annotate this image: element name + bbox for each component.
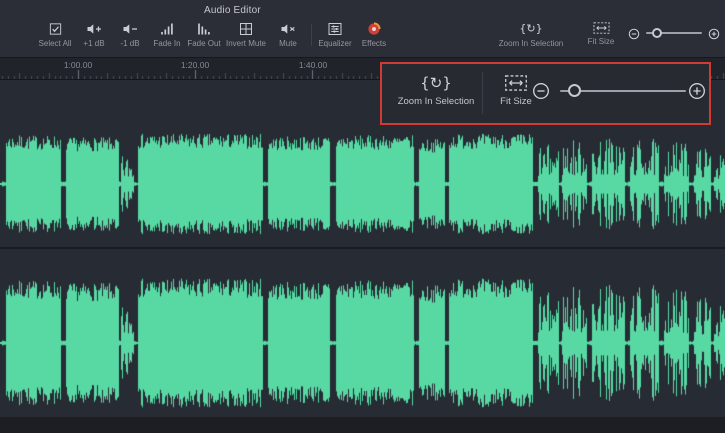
audio-editor-window: Audio Editor Select All +1 dB -1 dB Fade… [0, 0, 725, 433]
effects-icon [366, 21, 382, 37]
zoom-in-icon [708, 28, 720, 40]
zoom-in-selection-button[interactable]: {↻} Zoom In Selection [496, 21, 566, 48]
zoom-in-icon [688, 82, 706, 100]
waveform-canvas-2[interactable] [0, 249, 725, 419]
zoom-in-selection-label: Zoom In Selection [496, 39, 566, 48]
mute-label: Mute [268, 39, 308, 48]
zoom-in-selection-button-large[interactable]: {↻} Zoom In Selection [390, 71, 482, 107]
zoom-out-button-large[interactable] [532, 82, 550, 105]
ruler-label: 1:00.00 [64, 60, 92, 70]
fade-out-icon [196, 21, 212, 37]
zoom-slider-handle-large[interactable] [568, 84, 581, 97]
mute-icon [280, 21, 296, 37]
fit-size-icon [593, 21, 610, 35]
zoom-out-button[interactable] [628, 27, 640, 45]
invert-mute-button[interactable]: Invert Mute [220, 21, 272, 48]
toolbar: Audio Editor Select All +1 dB -1 dB Fade… [0, 0, 725, 58]
bottom-bar [0, 417, 725, 433]
fit-size-label: Fit Size [578, 37, 624, 46]
zoom-slider-handle[interactable] [652, 28, 662, 38]
equalizer-icon [327, 21, 343, 37]
invert-mute-icon [238, 21, 254, 37]
callout-separator [482, 72, 483, 114]
volume-up-icon [86, 21, 102, 37]
zoom-in-selection-icon: {↻} [390, 71, 482, 95]
volume-down-icon [122, 21, 138, 37]
zoom-in-button-large[interactable] [688, 82, 706, 105]
effects-button[interactable]: Effects [352, 21, 396, 48]
ruler-label: 1:40.00 [299, 60, 327, 70]
zoom-in-selection-label: Zoom In Selection [390, 96, 482, 107]
waveform-track-2[interactable] [0, 247, 725, 419]
zoom-in-selection-icon: {↻} [496, 21, 566, 37]
zoom-callout-highlight: {↻} Zoom In Selection Fit Size [380, 62, 711, 125]
mute-button[interactable]: Mute [268, 21, 308, 48]
select-all-icon [48, 21, 63, 37]
effects-label: Effects [352, 39, 396, 48]
zoom-out-icon [628, 28, 640, 40]
zoom-out-icon [532, 82, 550, 100]
invert-mute-label: Invert Mute [220, 39, 272, 48]
zoom-in-button[interactable] [708, 27, 720, 45]
fit-size-button[interactable]: Fit Size [578, 21, 624, 46]
app-title: Audio Editor [204, 5, 261, 16]
fade-in-icon [159, 21, 175, 37]
ruler-label: 1:20.00 [181, 60, 209, 70]
